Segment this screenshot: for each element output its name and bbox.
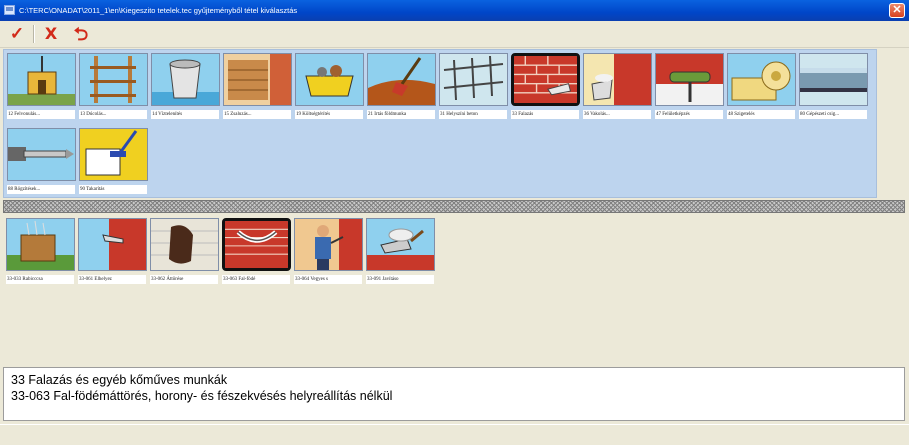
worker-icon [294, 218, 363, 271]
trowel-icon [366, 218, 435, 271]
window-title: C:\TERC\ONADAT\2011_1\en\Kiegeszito tete… [19, 6, 298, 15]
wall-breakthrough-icon [150, 218, 219, 271]
bucket-icon [151, 53, 220, 106]
hut-icon [7, 53, 76, 106]
item-tile[interactable]: 33-091 Javításo [366, 218, 435, 284]
insulation-roll-icon [727, 53, 796, 106]
item-tile[interactable]: 33-063 Fal-födé [222, 218, 291, 284]
group-tile-label: 15 Zsaluzás... [223, 110, 291, 119]
group-tile[interactable]: 88 Rögzítések... [7, 128, 76, 194]
group-tile[interactable]: 36 Vakolás... [583, 53, 652, 119]
toolbar-separator [33, 25, 35, 43]
rabitz-icon [6, 218, 75, 271]
group-tile-label: 31 Helyszíni beton [439, 110, 507, 119]
group-tile[interactable]: 21 Irtás földmunka [367, 53, 436, 119]
status-bar [0, 424, 909, 445]
group-tile-label: 14 Víztelenítés [151, 110, 219, 119]
group-tile[interactable]: 90 Takarítás [79, 128, 148, 194]
plastering-icon [583, 53, 652, 106]
cancel-button[interactable]: X [40, 24, 62, 44]
item-tile[interactable]: 33-033 Rabicccsa [6, 218, 75, 284]
item-tiles-panel: 33-033 Rabicccsa 33-061 Elhelyez 33-062 Át… [3, 215, 877, 365]
wall-chase-icon [222, 218, 291, 271]
group-tile-label: 88 Rögzítések... [7, 185, 75, 194]
item-tile-label: 33-061 Elhelyez [78, 275, 146, 284]
item-tile-label: 33-091 Javításo [366, 275, 434, 284]
shoring-icon [79, 53, 148, 106]
item-tile[interactable]: 33-062 Áttörése [150, 218, 219, 284]
formwork-icon [223, 53, 292, 106]
rebar-icon [439, 53, 508, 106]
description-group-line: 33 Falazás és egyéb kőműves munkák [11, 373, 228, 387]
item-tile-label: 33-063 Fal-födé [222, 275, 290, 284]
group-tile[interactable]: 13 Dúcolás... [79, 53, 148, 119]
group-tile-label: 36 Vakolás... [583, 110, 651, 119]
group-tile-label: 80 Gépészeti csig... [799, 110, 867, 119]
group-tile[interactable]: 12 Felvonulás... [7, 53, 76, 119]
cleaning-icon [79, 128, 148, 181]
group-tile-label: 48 Szigetelés [727, 110, 795, 119]
cancel-x-icon: X [44, 24, 58, 43]
group-tile[interactable]: 15 Zsaluzás... [223, 53, 292, 119]
brick-wall-icon [511, 53, 580, 106]
title-bar: C:\TERC\ONADAT\2011_1\en\Kiegeszito tete… [0, 0, 909, 21]
splitter-bar[interactable] [3, 200, 905, 213]
shovel-icon [367, 53, 436, 106]
group-tile-label: 12 Felvonulás... [7, 110, 75, 119]
item-tile[interactable]: 33-064 Vegyes s [294, 218, 363, 284]
group-tile-label: 33 Falazás [511, 110, 579, 119]
ok-button[interactable]: ✓ [6, 24, 28, 44]
item-tile-label: 33-033 Rabicccsa [6, 275, 74, 284]
checkmark-icon: ✓ [9, 24, 25, 43]
back-button[interactable]: ⮌ [70, 24, 92, 44]
description-item-line: 33-063 Fal-födémáttörés, horony- és fész… [11, 389, 393, 403]
group-tile[interactable]: 14 Víztelenítés [151, 53, 220, 119]
skip-container-icon [295, 53, 364, 106]
app-icon [4, 5, 15, 15]
group-tile-label: 13 Dúcolás... [79, 110, 147, 119]
undo-arrow-icon: ⮌ [73, 24, 89, 44]
paint-roller-icon [655, 53, 724, 106]
group-tile[interactable]: 31 Helyszíni beton [439, 53, 508, 119]
group-tile[interactable]: 33 Falazás [511, 53, 580, 119]
item-tile-label: 33-064 Vegyes s [294, 275, 362, 284]
description-box: 33 Falazás és egyéb kőműves munkák 33-06… [3, 367, 905, 421]
group-tile-label: 21 Irtás földmunka [367, 110, 435, 119]
group-tile[interactable]: 19 Költségtérítés [295, 53, 364, 119]
item-tile-label: 33-062 Áttörése [150, 275, 218, 284]
toolbar: ✓ X ⮌ [0, 21, 909, 48]
group-tile-label: 19 Költségtérítés [295, 110, 363, 119]
close-button[interactable]: ✕ [889, 3, 905, 18]
group-tile-label: 47 Felületképzés [655, 110, 723, 119]
anchor-bolt-icon [7, 128, 76, 181]
group-tile[interactable]: 47 Felületképzés [655, 53, 724, 119]
group-tile-label: 90 Takarítás [79, 185, 147, 194]
group-tile[interactable]: 80 Gépészeti csig... [799, 53, 868, 119]
wall-hook-icon [78, 218, 147, 271]
group-tile[interactable]: 48 Szigetelés [727, 53, 796, 119]
item-tile[interactable]: 33-061 Elhelyez [78, 218, 147, 284]
pipe-icon [799, 53, 868, 106]
group-tiles-panel: 12 Felvonulás... 13 Dúcolás... 14 Víztelen… [3, 49, 877, 198]
close-icon: ✕ [892, 4, 902, 16]
